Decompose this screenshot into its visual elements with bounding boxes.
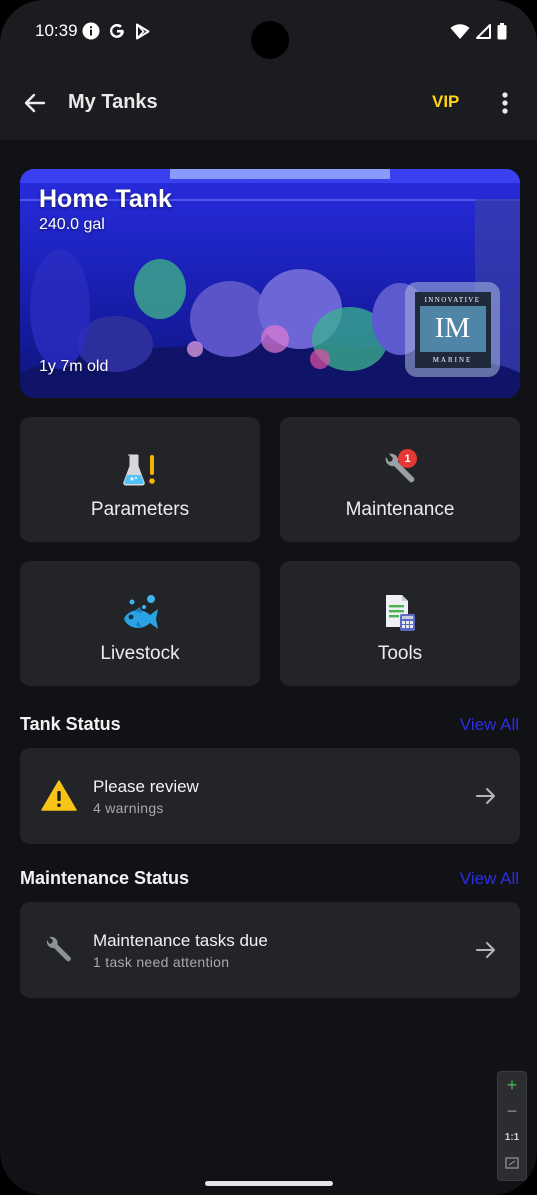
fit-screen-icon	[505, 1157, 519, 1169]
more-menu-button[interactable]	[494, 88, 516, 118]
calculator-sheet-icon	[386, 595, 415, 631]
play-store-icon	[136, 23, 150, 39]
page-title: My Tanks	[68, 91, 158, 113]
maintenance-status-view-all-link[interactable]: View All	[460, 869, 519, 889]
maintenance-badge: 1	[398, 449, 417, 468]
tank-status-title: Tank Status	[20, 714, 121, 734]
tile-label: Maintenance	[345, 499, 455, 520]
arrow-left-icon	[24, 93, 46, 113]
zoom-reset-button[interactable]: 1:1	[498, 1132, 526, 1143]
tile-label: Tools	[377, 643, 423, 664]
cell-signal-icon	[476, 24, 491, 39]
tank-volume: 240.0 gal	[39, 216, 105, 233]
maintenance-status-card[interactable]: Maintenance tasks due 1 task need attent…	[20, 902, 520, 998]
arrow-right-icon	[476, 942, 495, 958]
zoom-in-button[interactable]: +	[498, 1075, 526, 1096]
battery-icon	[497, 23, 507, 40]
maintenance-status-title: Maintenance Status	[20, 868, 190, 888]
tank-status-card-subtitle: 4 warnings	[93, 800, 164, 816]
wrench-icon	[46, 936, 71, 962]
camera-cutout	[251, 21, 289, 59]
logo-top-text: INNOVATIVE	[424, 295, 481, 304]
fish-icon	[124, 595, 158, 629]
tank-status-card-title: Please review	[93, 777, 199, 796]
fit-screen-button[interactable]	[498, 1156, 526, 1174]
wifi-icon	[450, 23, 470, 39]
app-bar: My Tanks VIP	[0, 64, 537, 140]
arrow-right-icon	[476, 788, 495, 804]
tank-name: Home Tank	[39, 185, 172, 213]
tile-label: Livestock	[100, 643, 180, 664]
tile-parameters[interactable]: Parameters	[20, 417, 260, 542]
maintenance-card-subtitle: 1 task need attention	[93, 954, 230, 970]
google-icon	[110, 23, 124, 38]
warning-icon	[41, 780, 77, 811]
tank-status-view-all-link[interactable]: View All	[460, 715, 519, 735]
tile-tools[interactable]: Tools	[280, 561, 520, 686]
notification-icons	[82, 22, 151, 40]
maintenance-card-title: Maintenance tasks due	[93, 931, 268, 950]
tank-status-card[interactable]: Please review 4 warnings	[20, 748, 520, 844]
back-button[interactable]	[20, 88, 50, 118]
vip-button[interactable]: VIP	[432, 92, 459, 112]
status-time: 10:39	[35, 21, 78, 40]
phone-screen: 10:39 My Tanks VIP Home Tank 240.0 gal 1…	[0, 0, 537, 1195]
home-indicator[interactable]	[205, 1181, 333, 1186]
tile-livestock[interactable]: Livestock	[20, 561, 260, 686]
zoom-out-button[interactable]: −	[498, 1101, 526, 1122]
tank-age: 1y 7m old	[39, 358, 109, 375]
zoom-controls: + − 1:1	[497, 1071, 527, 1181]
logo-mid-text: IM	[419, 305, 486, 352]
status-bar: 10:39	[0, 0, 537, 64]
tile-maintenance[interactable]: 1 Maintenance	[280, 417, 520, 542]
more-vertical-icon	[502, 92, 508, 114]
logo-bottom-text: MARINE	[432, 355, 473, 364]
tile-label: Parameters	[90, 499, 190, 520]
system-icons	[450, 23, 507, 40]
info-icon	[82, 22, 100, 40]
flask-icon	[123, 454, 155, 486]
innovative-marine-logo: INNOVATIVE IM MARINE	[405, 282, 500, 377]
tank-hero-card[interactable]: Home Tank 240.0 gal 1y 7m old INNOVATIVE…	[20, 169, 520, 398]
